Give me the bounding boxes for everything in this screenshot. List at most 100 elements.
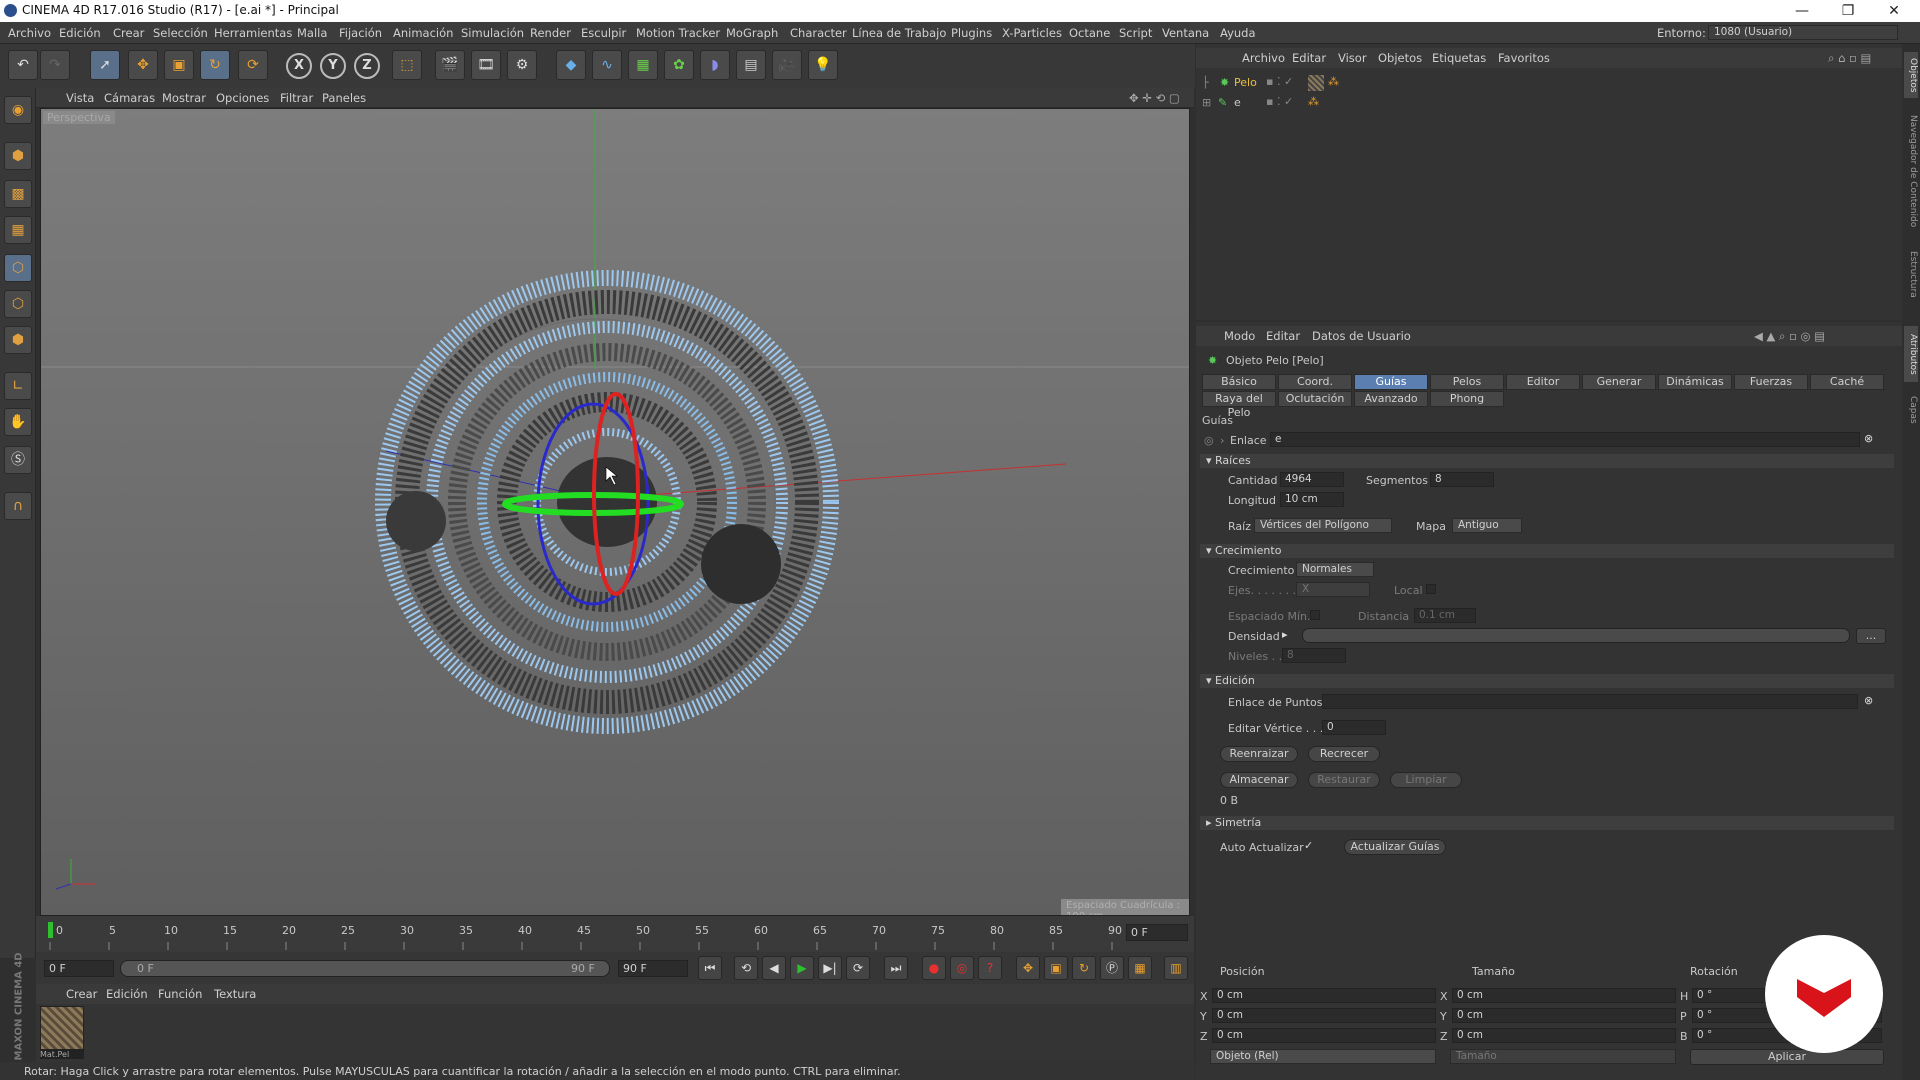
- longitud-field[interactable]: 10 cm: [1280, 492, 1344, 507]
- position-key-icon[interactable]: ✥: [1016, 956, 1040, 980]
- x-axis-lock-button[interactable]: X: [286, 53, 312, 79]
- obj-menu-editar[interactable]: Editar: [1292, 51, 1326, 65]
- position-y-field[interactable]: 0 cm: [1212, 1008, 1436, 1023]
- hair-material[interactable]: Mat.Pel: [40, 1006, 84, 1059]
- editar-vertice-field[interactable]: 0: [1322, 720, 1386, 735]
- lock-workplane-icon[interactable]: ∩: [4, 492, 32, 520]
- menu-plugins[interactable]: Plugins: [951, 26, 992, 40]
- record-keyframe-icon[interactable]: ●: [922, 956, 946, 980]
- polygons-mode-icon[interactable]: ⬢: [4, 326, 32, 354]
- menu-octane[interactable]: Octane: [1069, 26, 1110, 40]
- tab-coord[interactable]: Coord.: [1278, 374, 1352, 390]
- enlace-puntos-field[interactable]: [1322, 694, 1858, 709]
- workplane-mode-icon[interactable]: ▦: [4, 216, 32, 244]
- last-tool-icon[interactable]: ⟳: [238, 50, 268, 80]
- side-tab-objetos[interactable]: Objetos: [1904, 52, 1918, 98]
- obj-menu-visor[interactable]: Visor: [1338, 51, 1367, 65]
- side-tab-estructura[interactable]: Estructura: [1904, 244, 1918, 304]
- menu-script[interactable]: Script: [1119, 26, 1152, 40]
- go-to-start-icon[interactable]: ⏮: [698, 956, 722, 980]
- restaurar-button[interactable]: Restaurar: [1308, 772, 1380, 788]
- timeline-layout-icon[interactable]: ▥: [1164, 956, 1188, 980]
- scale-key-icon[interactable]: ▣: [1044, 956, 1068, 980]
- 3d-viewport[interactable]: Perspectiva Espaciado Cuadrícula : 100 c…: [40, 108, 1190, 916]
- menu-esculpir[interactable]: Esculpir: [581, 26, 626, 40]
- almacenar-button[interactable]: Almacenar: [1220, 772, 1298, 788]
- undo-icon[interactable]: ↶: [8, 50, 38, 80]
- reenraizar-button[interactable]: Reenraizar: [1220, 746, 1298, 762]
- maximize-button[interactable]: ❐: [1830, 1, 1866, 21]
- start-frame-field[interactable]: 0 F: [44, 960, 114, 977]
- tab-editor[interactable]: Editor: [1506, 374, 1580, 390]
- go-to-end-icon[interactable]: ⏭: [884, 956, 908, 980]
- material-menu-funcion[interactable]: Función: [158, 987, 202, 1001]
- texture-mode-icon[interactable]: ▩: [4, 180, 32, 208]
- next-frame-icon[interactable]: ▶|: [818, 956, 842, 980]
- side-tab-atributos[interactable]: Atributos: [1904, 326, 1918, 382]
- actualizar-guias-button[interactable]: Actualizar Guías: [1344, 839, 1446, 855]
- obj-menu-objetos[interactable]: Objetos: [1378, 51, 1422, 65]
- next-key-icon[interactable]: ⟳: [846, 956, 870, 980]
- previous-key-icon[interactable]: ⟲: [734, 956, 758, 980]
- menu-linea-de-trabajo[interactable]: Línea de Trabajo: [852, 26, 946, 40]
- tab-dinamicas[interactable]: Dinámicas: [1658, 374, 1732, 390]
- densidad-expand-icon[interactable]: ▸: [1282, 628, 1288, 641]
- redo-icon[interactable]: ↷: [40, 50, 70, 80]
- preview-range-slider[interactable]: 0 F 90 F: [120, 960, 610, 977]
- recrecer-button[interactable]: Recrecer: [1308, 746, 1380, 762]
- material-menu-edicion[interactable]: Edición: [106, 987, 148, 1001]
- link-target-icon[interactable]: ⊗: [1864, 432, 1873, 445]
- attr-nav-icons[interactable]: ◀ ▲ ⌕ ▫ ◎ ▤: [1754, 329, 1825, 344]
- enlace-field[interactable]: e: [1270, 432, 1860, 447]
- viewport-menu-camaras[interactable]: Cámaras: [104, 91, 155, 105]
- auto-keyframe-icon[interactable]: ◎: [950, 956, 974, 980]
- tab-avanzado[interactable]: Avanzado: [1354, 391, 1428, 407]
- animate-icon[interactable]: ◎: [1204, 434, 1214, 447]
- side-tab-capas[interactable]: Capas: [1904, 390, 1918, 430]
- expand-icon[interactable]: ›: [1220, 434, 1224, 447]
- menu-motion-tracker[interactable]: Motion Tracker: [636, 26, 720, 40]
- expand-icon[interactable]: ⊞: [1202, 96, 1211, 109]
- densidad-options-button[interactable]: ...: [1856, 628, 1886, 644]
- tab-generar[interactable]: Generar: [1582, 374, 1656, 390]
- size-y-field[interactable]: 0 cm: [1452, 1008, 1676, 1023]
- auto-actualizar-checkbox[interactable]: ✓: [1304, 839, 1313, 852]
- obj-menu-etiquetas[interactable]: Etiquetas: [1432, 51, 1486, 65]
- position-x-field[interactable]: 0 cm: [1212, 988, 1436, 1003]
- link-target-icon[interactable]: ⊗: [1864, 694, 1873, 707]
- tab-phong[interactable]: Phong: [1430, 391, 1504, 407]
- point-level-key-icon[interactable]: ▦: [1128, 956, 1152, 980]
- menu-herramientas[interactable]: Herramientas: [214, 26, 292, 40]
- render-settings-icon[interactable]: ⚙: [507, 50, 537, 80]
- mograph-cloner-icon[interactable]: ✿: [664, 50, 694, 80]
- make-editable-icon[interactable]: ◉: [4, 96, 32, 124]
- parameter-key-icon[interactable]: Ⓟ: [1100, 956, 1124, 980]
- section-crecimiento[interactable]: ▾ Crecimiento: [1200, 544, 1894, 558]
- tab-basico[interactable]: Básico: [1202, 374, 1276, 390]
- material-menu-textura[interactable]: Textura: [214, 987, 256, 1001]
- visibility-toggle-icon[interactable]: ▪ ⁚ ✓: [1266, 95, 1293, 108]
- menu-render[interactable]: Render: [530, 26, 571, 40]
- tab-oclutacion[interactable]: Oclutación: [1278, 391, 1352, 407]
- previous-frame-icon[interactable]: ◀: [762, 956, 786, 980]
- tab-raya-del-pelo[interactable]: Raya del Pelo: [1202, 391, 1276, 419]
- camera-icon[interactable]: 🎥: [772, 50, 802, 80]
- local-checkbox[interactable]: [1426, 584, 1436, 594]
- attr-menu-modo[interactable]: Modo: [1224, 329, 1255, 343]
- segmentos-field[interactable]: 8: [1430, 472, 1494, 487]
- viewport-menu-mostrar[interactable]: Mostrar: [162, 91, 206, 105]
- menu-fijacion[interactable]: Fijación: [339, 26, 382, 40]
- play-icon[interactable]: ▶: [790, 956, 814, 980]
- menu-crear[interactable]: Crear: [113, 26, 144, 40]
- raiz-dropdown[interactable]: Vértices del Polígono: [1254, 518, 1392, 533]
- tweak-mode-icon[interactable]: ✋: [4, 408, 32, 436]
- z-axis-lock-button[interactable]: Z: [354, 53, 380, 79]
- snap-icon[interactable]: Ⓢ: [4, 446, 32, 474]
- move-tool-icon[interactable]: ✥: [128, 50, 158, 80]
- obj-menu-archivo[interactable]: Archivo: [1242, 51, 1285, 65]
- attr-menu-editar[interactable]: Editar: [1266, 329, 1300, 343]
- subdivision-icon[interactable]: ▦: [628, 50, 658, 80]
- limpiar-button[interactable]: Limpiar: [1390, 772, 1462, 788]
- size-mode-dropdown[interactable]: Tamaño: [1450, 1049, 1676, 1064]
- mapa-dropdown[interactable]: Antiguo: [1452, 518, 1522, 533]
